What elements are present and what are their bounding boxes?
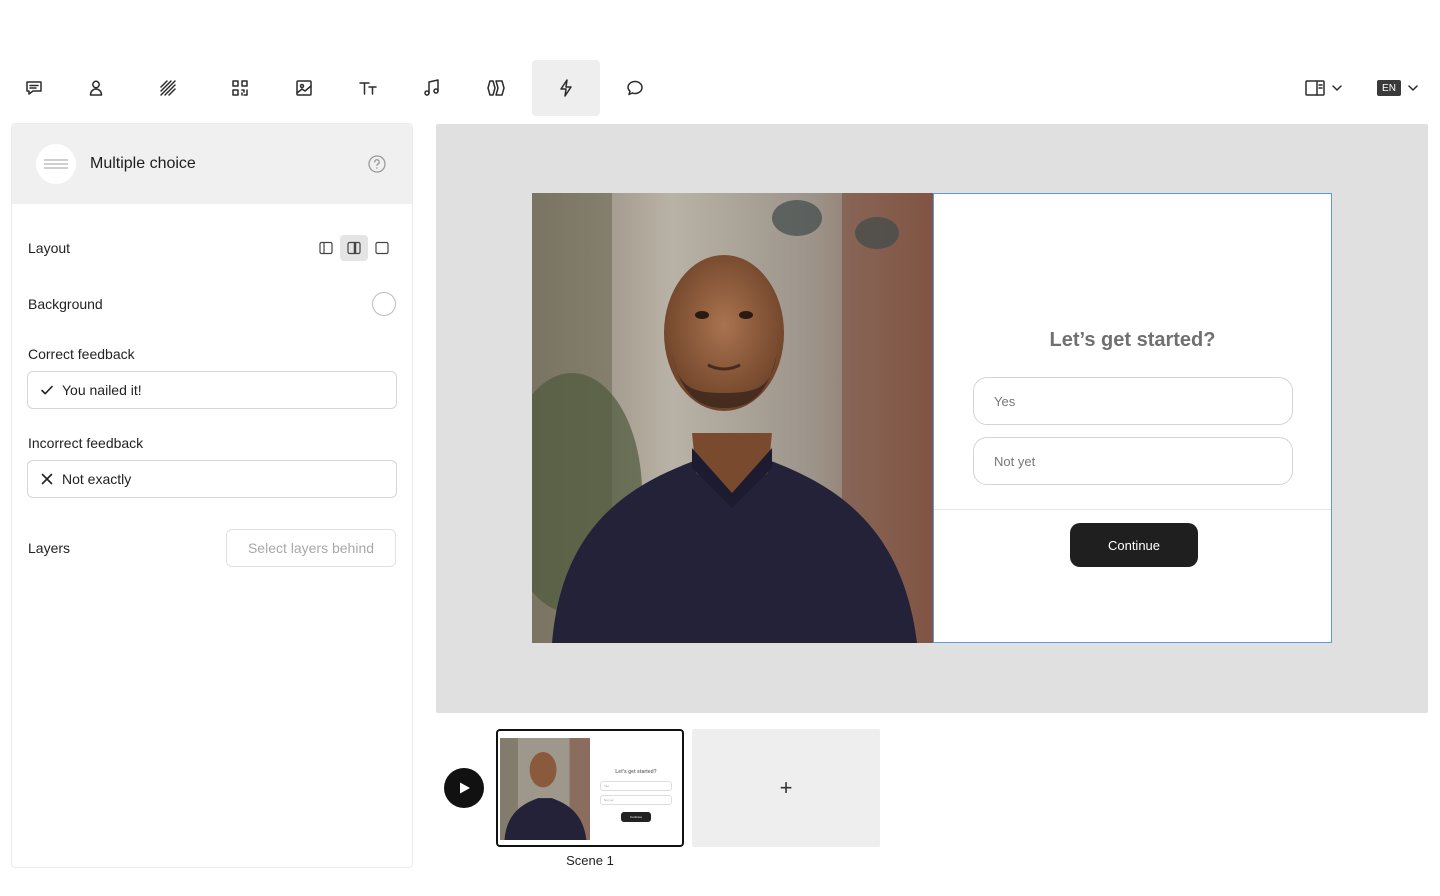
sidebar-layout-icon (1305, 80, 1325, 96)
panel-layout-dropdown[interactable] (1305, 76, 1343, 100)
incorrect-feedback-label: Incorrect feedback (28, 435, 144, 451)
comment-lines-icon[interactable] (0, 60, 68, 116)
panel-header: Multiple choice (12, 124, 412, 204)
presenter-photo[interactable] (532, 193, 933, 643)
layout-full-button[interactable] (368, 235, 396, 261)
scene-thumbnail[interactable]: Let’s get started? Yes Not yet Continue (496, 729, 684, 847)
person-icon[interactable] (62, 60, 130, 116)
thumbnail-question: Let’s get started? (615, 769, 657, 775)
incorrect-feedback-value: Not exactly (62, 471, 132, 487)
thumbnail-photo (500, 738, 590, 840)
thumbnail-answer: Not yet (600, 795, 672, 805)
answer-option-yes[interactable]: Yes (973, 377, 1293, 425)
play-button[interactable] (444, 768, 484, 808)
incorrect-feedback-field[interactable]: Not exactly (27, 460, 397, 498)
help-icon[interactable] (368, 155, 386, 173)
chevron-down-icon (1408, 85, 1418, 91)
speech-bubble-icon[interactable] (601, 60, 669, 116)
multiple-choice-icon (36, 144, 76, 184)
layout-left-sidebar-button[interactable] (312, 235, 340, 261)
language-badge: EN (1377, 80, 1401, 96)
layers-select[interactable]: Select layers behind (226, 529, 396, 567)
add-scene-button[interactable]: + (692, 729, 880, 847)
image-icon[interactable] (270, 60, 338, 116)
layout-row: Layout (28, 235, 396, 261)
layout-options (312, 235, 396, 261)
scene-label: Scene 1 (566, 853, 614, 868)
question-title: Let’s get started? (1049, 329, 1216, 351)
editor-canvas: Let’s get started? Yes Not yet Continue (436, 124, 1428, 713)
layout-right-sidebar-button[interactable] (340, 235, 368, 261)
check-icon (41, 385, 53, 395)
layout-label: Layout (28, 240, 71, 256)
close-icon (41, 473, 53, 485)
thumbnail-answer: Yes (600, 781, 672, 791)
answer-option-not-yet[interactable]: Not yet (973, 437, 1293, 485)
language-dropdown[interactable]: EN (1377, 76, 1419, 100)
chevron-down-icon (1332, 85, 1342, 91)
layers-row: Layers Select layers behind (28, 529, 396, 567)
music-note-icon[interactable] (397, 60, 465, 116)
lightning-icon[interactable] (532, 60, 600, 116)
stripes-icon[interactable] (134, 60, 202, 116)
chevrons-icon[interactable] (462, 60, 530, 116)
background-color-swatch[interactable] (372, 292, 396, 316)
properties-panel: Multiple choice Layout Background Correc… (11, 123, 413, 868)
scene-preview: Let’s get started? Yes Not yet Continue (532, 193, 1332, 643)
play-icon (460, 782, 470, 794)
thumbnail-continue: Continue (621, 812, 651, 822)
continue-button[interactable]: Continue (1070, 523, 1198, 567)
background-label: Background (28, 296, 103, 312)
qr-code-icon[interactable] (206, 60, 274, 116)
correct-feedback-field[interactable]: You nailed it! (27, 371, 397, 409)
background-row: Background (28, 292, 396, 316)
top-toolbar: EN (0, 60, 1440, 116)
quiz-divider (934, 509, 1331, 510)
layers-label: Layers (28, 540, 71, 556)
quiz-panel[interactable]: Let’s get started? Yes Not yet Continue (933, 193, 1332, 643)
panel-title: Multiple choice (90, 155, 196, 172)
correct-feedback-label: Correct feedback (28, 346, 135, 362)
text-size-icon[interactable] (334, 60, 402, 116)
correct-feedback-value: You nailed it! (62, 382, 142, 398)
